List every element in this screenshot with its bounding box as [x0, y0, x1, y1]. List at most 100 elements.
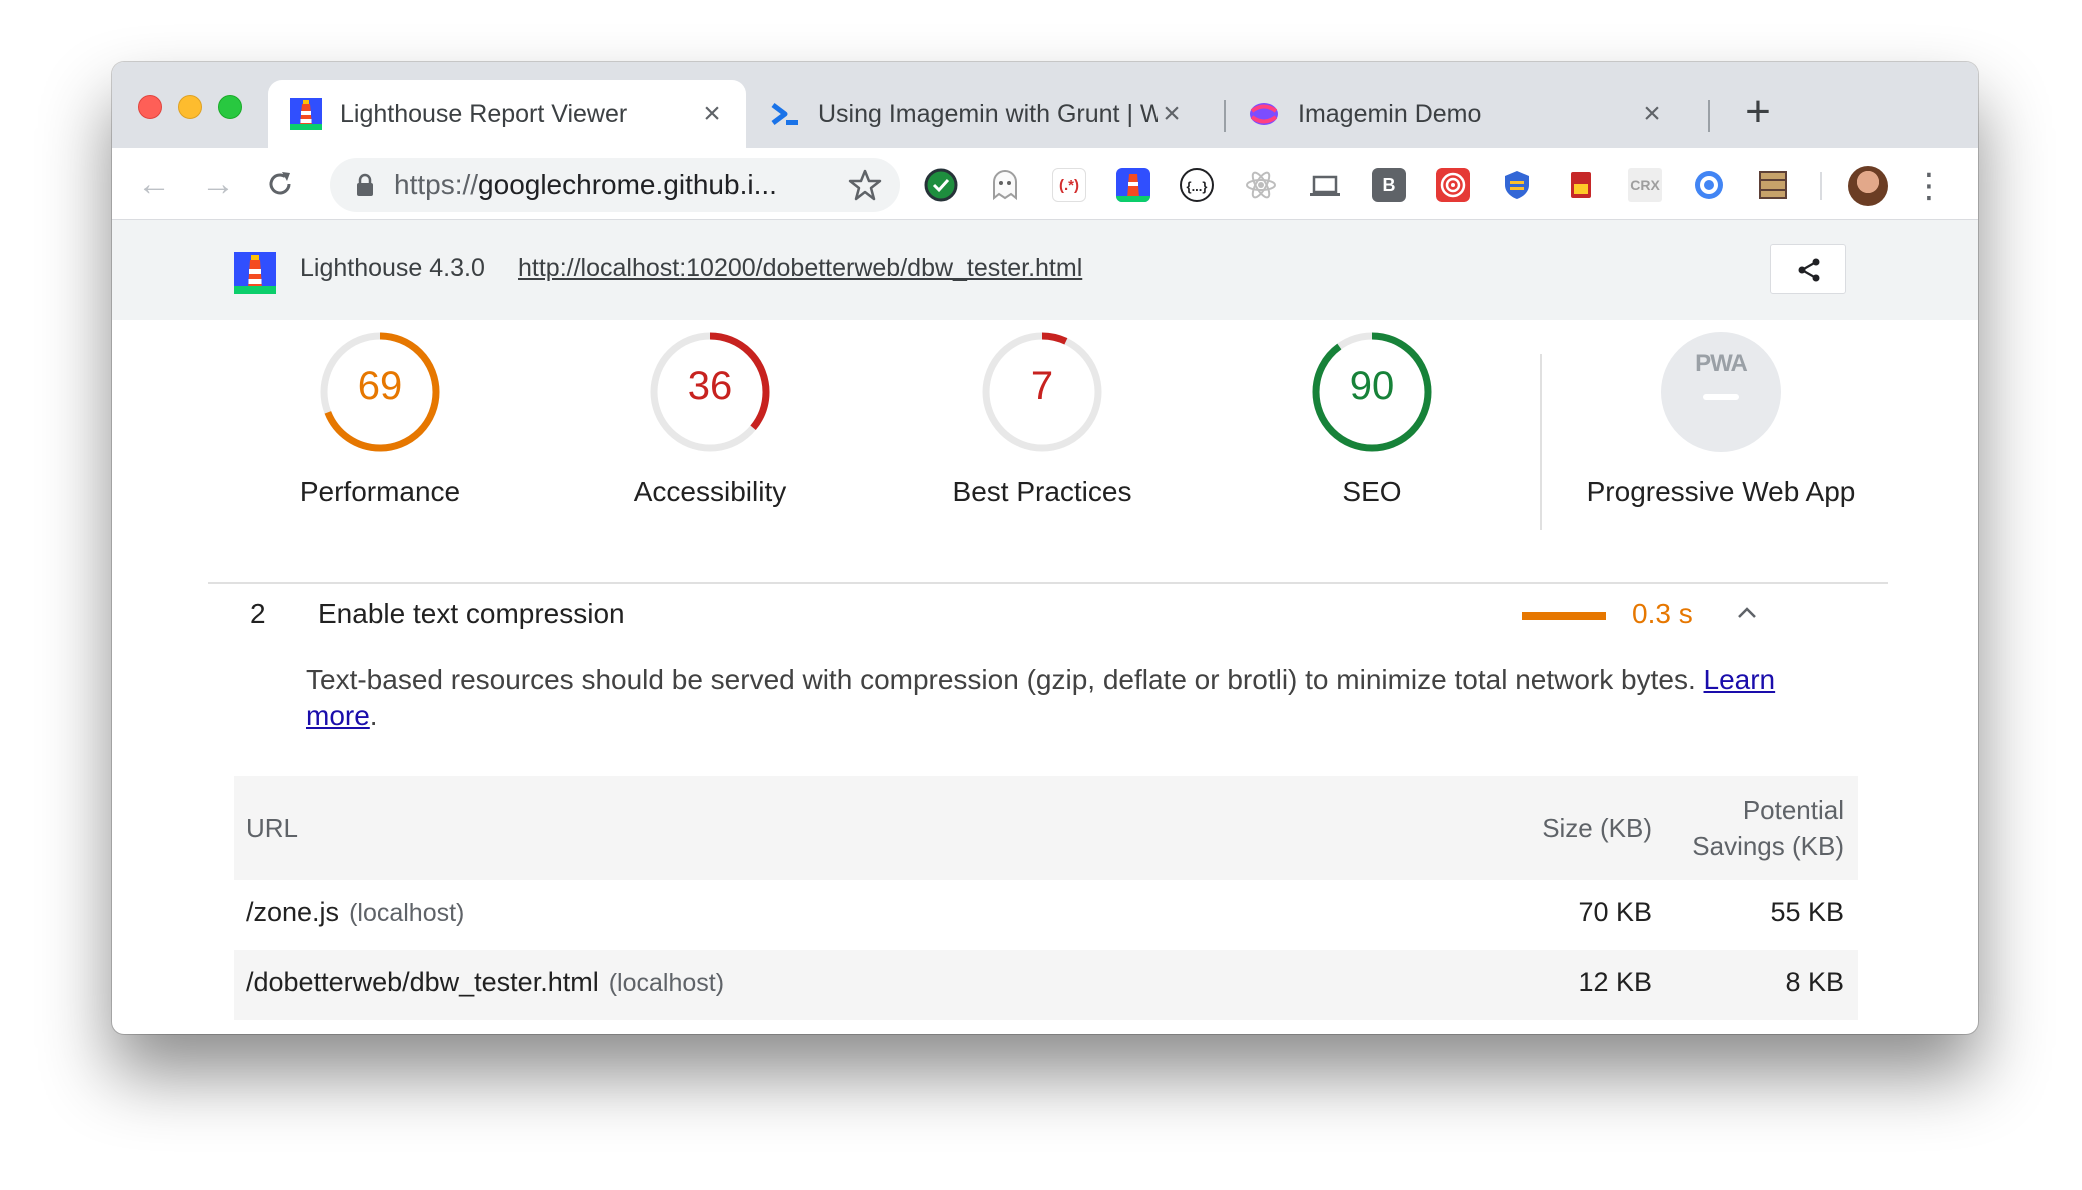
reload-button[interactable]: [258, 162, 302, 206]
lock-icon: [357, 173, 373, 196]
back-button[interactable]: ←: [132, 162, 176, 206]
tab-imagemin-demo[interactable]: Imagemin Demo ×: [1226, 80, 1686, 148]
lighthouse-version: Lighthouse 4.3.0: [300, 254, 485, 282]
lighthouse-icon: [290, 98, 322, 130]
web-dev-icon: [771, 103, 798, 125]
learn-more-link-text: more: [306, 700, 370, 731]
b-icon[interactable]: B: [1372, 168, 1406, 202]
share-button[interactable]: [1770, 244, 1846, 294]
gauge-score: 36: [687, 364, 733, 408]
gauge-label: Best Practices: [952, 476, 1132, 507]
gauge-label: Accessibility: [633, 476, 787, 507]
table-row: /dobetterweb/dbw_tester.html (localhost) …: [234, 950, 1858, 1020]
gauge-divider: [1540, 354, 1542, 530]
close-tab-icon[interactable]: ×: [1638, 99, 1666, 129]
browser-window: Lighthouse Report Viewer × Using Imagemi…: [112, 62, 1978, 1034]
react-icon[interactable]: [1244, 168, 1278, 202]
ghost-icon[interactable]: [988, 168, 1022, 202]
check-icon[interactable]: [924, 168, 958, 202]
audit-title: Enable text compression: [318, 598, 625, 629]
tested-url-link[interactable]: http://localhost:10200/dobetterweb/dbw_t…: [518, 254, 1082, 283]
tab-separator: [1708, 100, 1710, 132]
column-header-url: URL: [246, 813, 299, 843]
row-size: 12 KB: [1578, 967, 1652, 997]
bookmark-star-icon[interactable]: [848, 168, 882, 202]
gauge-best-practices[interactable]: 7 Best Practices: [912, 330, 1172, 508]
sd-card-icon[interactable]: [1564, 168, 1598, 202]
gauge-seo[interactable]: 90 SEO: [1242, 330, 1502, 508]
new-tab-button[interactable]: +: [1734, 90, 1782, 138]
url-text: googlechrome.github.i...: [478, 169, 777, 200]
gauge-performance[interactable]: 69 Performance: [250, 330, 510, 508]
score-gauges: 69 Performance 36 Accessibility 7 Best P…: [112, 320, 1978, 584]
row-savings: 8 KB: [1785, 967, 1844, 997]
laptop-icon[interactable]: [1308, 168, 1342, 202]
gauge-label: Progressive Web App: [1586, 476, 1856, 507]
gauge-label: SEO: [1342, 476, 1402, 507]
lighthouse-logo-icon: [234, 252, 276, 294]
row-url-host: (localhost): [608, 969, 725, 997]
learn-more-link-text: Learn: [1703, 664, 1776, 695]
regex-icon[interactable]: (.*): [1052, 168, 1086, 202]
audit-savings-bar: [1522, 612, 1606, 620]
audit-savings-value: 0.3 s: [1632, 598, 1693, 629]
gauge-score: 69: [357, 364, 403, 408]
column-header-savings-line2: Savings (KB): [1692, 831, 1844, 861]
imagemin-icon: [1250, 103, 1278, 125]
close-window-button[interactable]: [138, 95, 162, 119]
close-tab-icon[interactable]: ×: [1158, 99, 1186, 129]
close-tab-icon[interactable]: ×: [698, 99, 726, 129]
audit-description-text: Text-based resources should be served wi…: [306, 664, 1696, 695]
reload-icon: [269, 172, 291, 195]
code-braces-icon[interactable]: {...}: [1180, 168, 1214, 202]
audit-description: Text-based resources should be served wi…: [306, 662, 1826, 734]
gauge-score: 7: [1030, 364, 1054, 408]
row-url: /zone.js (localhost): [246, 897, 464, 928]
film-icon[interactable]: [1756, 168, 1790, 202]
address-bar[interactable]: https://googlechrome.github.i...: [330, 158, 900, 212]
tab-title: Lighthouse Report Viewer: [340, 99, 628, 128]
row-savings: 55 KB: [1770, 897, 1844, 927]
row-size: 70 KB: [1578, 897, 1652, 927]
row-url-host: (localhost): [349, 899, 465, 927]
minimize-window-button[interactable]: [178, 95, 202, 119]
column-header-savings: Potential Savings (KB): [1692, 792, 1844, 864]
gauge-label: Performance: [299, 476, 461, 507]
gauge-score: 90: [1349, 364, 1395, 408]
share-icon: [1798, 258, 1820, 282]
crx-icon[interactable]: CRX: [1628, 168, 1662, 202]
menu-kebab-icon[interactable]: ⋮: [1912, 166, 1946, 206]
row-url-path: /dobetterweb/dbw_tester.html: [246, 967, 599, 997]
compass-icon[interactable]: [1692, 168, 1726, 202]
column-header-size: Size (KB): [1542, 813, 1652, 843]
avatar[interactable]: [1848, 166, 1888, 206]
audit-header[interactable]: 2 Enable text compression 0.3 s: [208, 584, 1888, 646]
target-icon[interactable]: [1436, 168, 1470, 202]
table-row: /zone.js (localhost) 70 KB 55 KB: [234, 880, 1858, 950]
browser-toolbar: ← → https://googlechrome.github.i... (.*…: [112, 148, 1978, 220]
audit-description-period: .: [369, 700, 378, 731]
audit-details-table: URL Size (KB) Potential Savings (KB) /zo…: [234, 776, 1858, 1020]
lighthouse-ext-icon[interactable]: [1116, 168, 1150, 202]
table-header: URL Size (KB) Potential Savings (KB): [234, 776, 1858, 880]
column-header-savings-line1: Potential: [1742, 795, 1844, 825]
toolbar-separator: [1820, 172, 1822, 200]
row-url-path: /zone.js: [246, 897, 340, 927]
tab-lighthouse-report-viewer[interactable]: Lighthouse Report Viewer ×: [268, 80, 746, 148]
chevron-up-icon[interactable]: [1732, 598, 1762, 628]
tab-strip: Lighthouse Report Viewer × Using Imagemi…: [112, 62, 1978, 148]
shield-icon[interactable]: [1500, 168, 1534, 202]
pwa-badge-icon: [1661, 332, 1781, 452]
tab-title: Imagemin Demo: [1298, 99, 1482, 128]
audit-number: 2: [250, 598, 266, 629]
gauge-accessibility[interactable]: 36 Accessibility: [580, 330, 840, 508]
maximize-window-button[interactable]: [218, 95, 242, 119]
gauge-pwa[interactable]: PWA Progressive Web App: [1556, 330, 1886, 508]
forward-button[interactable]: →: [196, 162, 240, 206]
pwa-badge-text: PWA: [1695, 350, 1748, 377]
tab-using-imagemin-with-grunt[interactable]: Using Imagemin with Grunt | W ×: [746, 80, 1206, 148]
tab-title: Using Imagemin with Grunt | W: [818, 99, 1158, 128]
url-scheme: https://: [394, 169, 479, 200]
lighthouse-topbar: Lighthouse 4.3.0 http://localhost:10200/…: [112, 220, 1978, 320]
row-url: /dobetterweb/dbw_tester.html (localhost): [246, 967, 724, 998]
